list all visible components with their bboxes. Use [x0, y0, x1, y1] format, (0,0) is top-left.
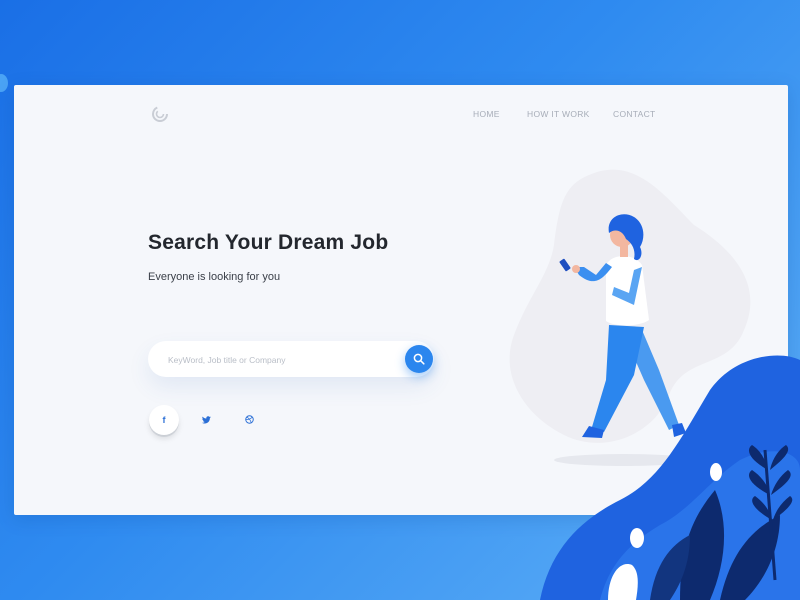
- twitter-button[interactable]: [191, 405, 221, 435]
- search-icon: [413, 353, 425, 365]
- nav-contact-link[interactable]: CONTACT: [613, 109, 656, 119]
- search-button[interactable]: [405, 345, 433, 373]
- facebook-button[interactable]: f: [149, 405, 179, 435]
- top-navigation: HOME HOW IT WORK CONTACT: [14, 109, 788, 123]
- foliage-decoration: [540, 355, 800, 600]
- search-bar: [148, 341, 434, 379]
- dribbble-button[interactable]: [234, 405, 264, 435]
- nav-how-it-work-link[interactable]: HOW IT WORK: [527, 109, 590, 119]
- page-title: Search Your Dream Job: [148, 231, 389, 254]
- facebook-icon: f: [162, 415, 166, 425]
- nav-home-link[interactable]: HOME: [473, 109, 500, 119]
- page-subtitle: Everyone is looking for you: [148, 271, 281, 283]
- page-background: HOME HOW IT WORK CONTACT Search Your Dre…: [0, 0, 800, 600]
- twitter-icon: [201, 416, 211, 424]
- dribbble-icon: [244, 415, 254, 424]
- search-input[interactable]: [166, 341, 400, 379]
- decorative-dot: [0, 74, 8, 92]
